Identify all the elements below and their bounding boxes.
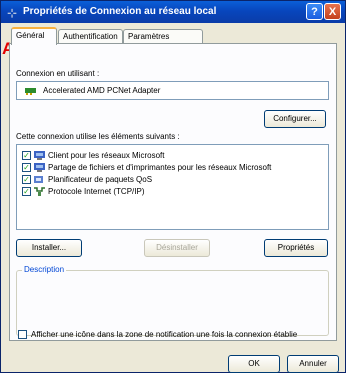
component-checkbox[interactable]: ✓ [22, 175, 31, 184]
protocol-icon [34, 187, 45, 196]
notification-checkbox[interactable] [18, 330, 27, 339]
components-label: Cette connexion utilise les éléments sui… [16, 132, 180, 141]
window-title: Propriétés de Connexion au réseau local [23, 6, 217, 17]
network-connection-icon: ⊹ [7, 6, 18, 20]
properties-dialog: ⊹ Propriétés de Connexion au réseau loca… [0, 0, 346, 373]
component-label[interactable]: Planificateur de paquets QoS [48, 175, 152, 184]
adapter-name: Accelerated AMD PCNet Adapter [43, 86, 161, 95]
component-label[interactable]: Partage de fichiers et d'imprimantes pou… [48, 163, 271, 172]
ok-button[interactable]: OK [228, 355, 280, 373]
network-adapter-icon [25, 88, 36, 95]
file-share-icon [34, 163, 45, 172]
description-legend: Description [22, 265, 67, 274]
notification-label[interactable]: Afficher une icône dans la zone de notif… [31, 330, 297, 339]
help-button[interactable]: ? [306, 3, 323, 20]
tab-general[interactable]: Général [11, 27, 57, 45]
network-client-icon [34, 151, 45, 160]
install-button[interactable]: Installer... [16, 239, 82, 257]
cancel-button[interactable]: Annuler [287, 355, 339, 373]
description-group [16, 270, 329, 336]
general-tab-panel: Connexion en utilisant : Accelerated AMD… [9, 43, 337, 341]
component-checkbox[interactable]: ✓ [22, 163, 31, 172]
title-bar[interactable]: ⊹ Propriétés de Connexion au réseau loca… [1, 1, 345, 23]
connect-using-label: Connexion en utilisant : [16, 69, 100, 78]
component-label[interactable]: Client pour les réseaux Microsoft [48, 151, 165, 160]
adapter-field: Accelerated AMD PCNet Adapter [16, 81, 329, 100]
properties-button[interactable]: Propriétés [264, 239, 328, 257]
close-button[interactable]: X [324, 3, 341, 20]
service-icon [34, 176, 43, 183]
uninstall-button: Désinstaller [144, 239, 210, 257]
components-list: ✓ Client pour les réseaux Microsoft ✓ Pa… [16, 144, 329, 230]
component-checkbox[interactable]: ✓ [22, 151, 31, 160]
component-checkbox[interactable]: ✓ [22, 187, 31, 196]
configure-button[interactable]: Configurer... [264, 110, 326, 128]
component-label[interactable]: Protocole Internet (TCP/IP) [48, 187, 144, 196]
